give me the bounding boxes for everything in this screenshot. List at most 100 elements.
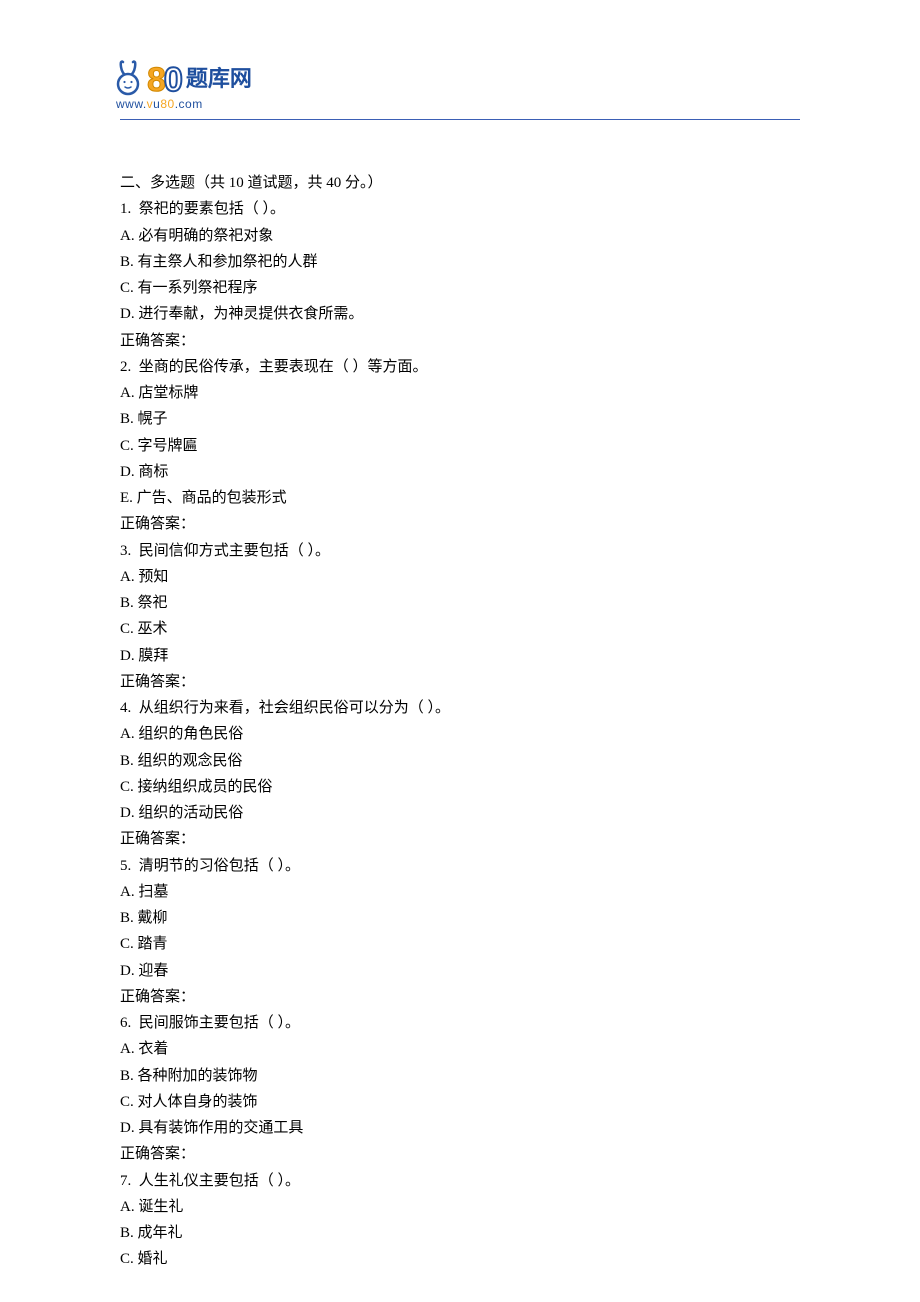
spacing bbox=[131, 858, 139, 874]
option-line: C. 接纳组织成员的民俗 bbox=[120, 774, 800, 800]
option-line: B. 祭祀 bbox=[120, 590, 800, 616]
question-block: 5. 清明节的习俗包括（ ）。A. 扫墓B. 戴柳C. 踏青D. 迎春正确答案： bbox=[120, 853, 800, 1011]
logo-brand-text: 题库网 bbox=[186, 66, 252, 96]
option-text: 店堂标牌 bbox=[138, 385, 198, 401]
option-line: C. 字号牌匾 bbox=[120, 433, 800, 459]
option-text: 组织的活动民俗 bbox=[138, 805, 243, 821]
option-text: 有主祭人和参加祭祀的人群 bbox=[138, 254, 318, 270]
option-label: A. bbox=[120, 1041, 135, 1057]
question-stem: 1. 祭祀的要素包括（ ）。 bbox=[120, 196, 800, 222]
option-label: C. bbox=[120, 438, 134, 454]
option-label: B. bbox=[120, 595, 134, 611]
option-label: A. bbox=[120, 228, 135, 244]
answer-label: 正确答案： bbox=[120, 328, 800, 354]
option-line: C. 对人体自身的装饰 bbox=[120, 1089, 800, 1115]
question-text: 人生礼仪主要包括（ ）。 bbox=[139, 1173, 300, 1189]
option-label: B. bbox=[120, 411, 134, 427]
option-text: 接纳组织成员的民俗 bbox=[138, 779, 273, 795]
option-text: 扫墓 bbox=[138, 884, 168, 900]
question-text: 从组织行为来看，社会组织民俗可以分为（ ）。 bbox=[139, 700, 450, 716]
option-text: 祭祀 bbox=[138, 595, 168, 611]
option-text: 有一系列祭祀程序 bbox=[138, 280, 258, 296]
option-line: B. 各种附加的装饰物 bbox=[120, 1063, 800, 1089]
question-text: 坐商的民俗传承，主要表现在（ ）等方面。 bbox=[139, 359, 428, 375]
option-label: B. bbox=[120, 1225, 134, 1241]
option-text: 各种附加的装饰物 bbox=[138, 1068, 258, 1084]
question-block: 7. 人生礼仪主要包括（ ）。A. 诞生礼B. 成年礼C. 婚礼 bbox=[120, 1168, 800, 1273]
option-text: 组织的观念民俗 bbox=[138, 753, 243, 769]
option-line: B. 戴柳 bbox=[120, 905, 800, 931]
option-label: C. bbox=[120, 936, 134, 952]
option-text: 具有装饰作用的交通工具 bbox=[138, 1120, 303, 1136]
option-text: 婚礼 bbox=[138, 1251, 168, 1267]
question-number: 5. bbox=[120, 858, 131, 874]
question-block: 1. 祭祀的要素包括（ ）。A. 必有明确的祭祀对象B. 有主祭人和参加祭祀的人… bbox=[120, 196, 800, 354]
option-text: 商标 bbox=[138, 464, 168, 480]
option-text: 进行奉献，为神灵提供衣食所需。 bbox=[138, 306, 363, 322]
spacing bbox=[131, 700, 139, 716]
option-line: A. 必有明确的祭祀对象 bbox=[120, 223, 800, 249]
option-text: 广告、商品的包装形式 bbox=[137, 490, 287, 506]
option-line: A. 衣着 bbox=[120, 1036, 800, 1062]
document-content: 二、多选题（共 10 道试题，共 40 分。） 1. 祭祀的要素包括（ ）。A.… bbox=[120, 170, 800, 1273]
question-block: 6. 民间服饰主要包括（ ）。A. 衣着B. 各种附加的装饰物C. 对人体自身的… bbox=[120, 1010, 800, 1168]
question-block: 2. 坐商的民俗传承，主要表现在（ ）等方面。A. 店堂标牌B. 幌子C. 字号… bbox=[120, 354, 800, 538]
option-line: A. 诞生礼 bbox=[120, 1194, 800, 1220]
spacing bbox=[131, 359, 139, 375]
option-label: B. bbox=[120, 1068, 134, 1084]
option-line: B. 成年礼 bbox=[120, 1220, 800, 1246]
question-stem: 6. 民间服饰主要包括（ ）。 bbox=[120, 1010, 800, 1036]
option-line: C. 巫术 bbox=[120, 616, 800, 642]
answer-label: 正确答案： bbox=[120, 826, 800, 852]
option-text: 成年礼 bbox=[138, 1225, 183, 1241]
option-label: A. bbox=[120, 884, 135, 900]
question-text: 清明节的习俗包括（ ）。 bbox=[139, 858, 300, 874]
option-label: B. bbox=[120, 753, 134, 769]
option-line: A. 店堂标牌 bbox=[120, 380, 800, 406]
option-label: C. bbox=[120, 1094, 134, 1110]
question-number: 2. bbox=[120, 359, 131, 375]
option-label: C. bbox=[120, 280, 134, 296]
question-stem: 3. 民间信仰方式主要包括（ ）。 bbox=[120, 538, 800, 564]
question-block: 4. 从组织行为来看，社会组织民俗可以分为（ ）。A. 组织的角色民俗B. 组织… bbox=[120, 695, 800, 853]
option-line: B. 组织的观念民俗 bbox=[120, 748, 800, 774]
option-line: E. 广告、商品的包装形式 bbox=[120, 485, 800, 511]
question-number: 7. bbox=[120, 1173, 131, 1189]
bunny-icon bbox=[116, 60, 146, 96]
option-line: D. 具有装饰作用的交通工具 bbox=[120, 1115, 800, 1141]
option-label: D. bbox=[120, 1120, 135, 1136]
option-line: C. 有一系列祭祀程序 bbox=[120, 275, 800, 301]
section-title: 二、多选题（共 10 道试题，共 40 分。） bbox=[120, 170, 800, 196]
option-label: B. bbox=[120, 910, 134, 926]
answer-label: 正确答案： bbox=[120, 669, 800, 695]
spacing bbox=[131, 1173, 139, 1189]
option-line: D. 进行奉献，为神灵提供衣食所需。 bbox=[120, 301, 800, 327]
question-stem: 5. 清明节的习俗包括（ ）。 bbox=[120, 853, 800, 879]
option-label: A. bbox=[120, 726, 135, 742]
option-text: 诞生礼 bbox=[138, 1199, 183, 1215]
option-text: 对人体自身的装饰 bbox=[138, 1094, 258, 1110]
answer-label: 正确答案： bbox=[120, 511, 800, 537]
option-text: 必有明确的祭祀对象 bbox=[138, 228, 273, 244]
question-number: 4. bbox=[120, 700, 131, 716]
question-stem: 4. 从组织行为来看，社会组织民俗可以分为（ ）。 bbox=[120, 695, 800, 721]
option-text: 巫术 bbox=[138, 621, 168, 637]
question-stem: 2. 坐商的民俗传承，主要表现在（ ）等方面。 bbox=[120, 354, 800, 380]
option-line: D. 膜拜 bbox=[120, 643, 800, 669]
question-block: 3. 民间信仰方式主要包括（ ）。A. 预知B. 祭祀C. 巫术D. 膜拜正确答… bbox=[120, 538, 800, 696]
url-80: 80 bbox=[160, 97, 174, 111]
option-line: D. 商标 bbox=[120, 459, 800, 485]
option-line: D. 组织的活动民俗 bbox=[120, 800, 800, 826]
option-label: D. bbox=[120, 963, 135, 979]
option-line: C. 婚礼 bbox=[120, 1246, 800, 1272]
option-label: D. bbox=[120, 464, 135, 480]
option-label: A. bbox=[120, 569, 135, 585]
option-label: D. bbox=[120, 306, 135, 322]
option-text: 戴柳 bbox=[138, 910, 168, 926]
option-text: 预知 bbox=[138, 569, 168, 585]
option-text: 字号牌匾 bbox=[138, 438, 198, 454]
answer-label: 正确答案： bbox=[120, 1141, 800, 1167]
question-text: 民间信仰方式主要包括（ ）。 bbox=[139, 543, 330, 559]
questions-container: 1. 祭祀的要素包括（ ）。A. 必有明确的祭祀对象B. 有主祭人和参加祭祀的人… bbox=[120, 196, 800, 1272]
option-label: A. bbox=[120, 1199, 135, 1215]
